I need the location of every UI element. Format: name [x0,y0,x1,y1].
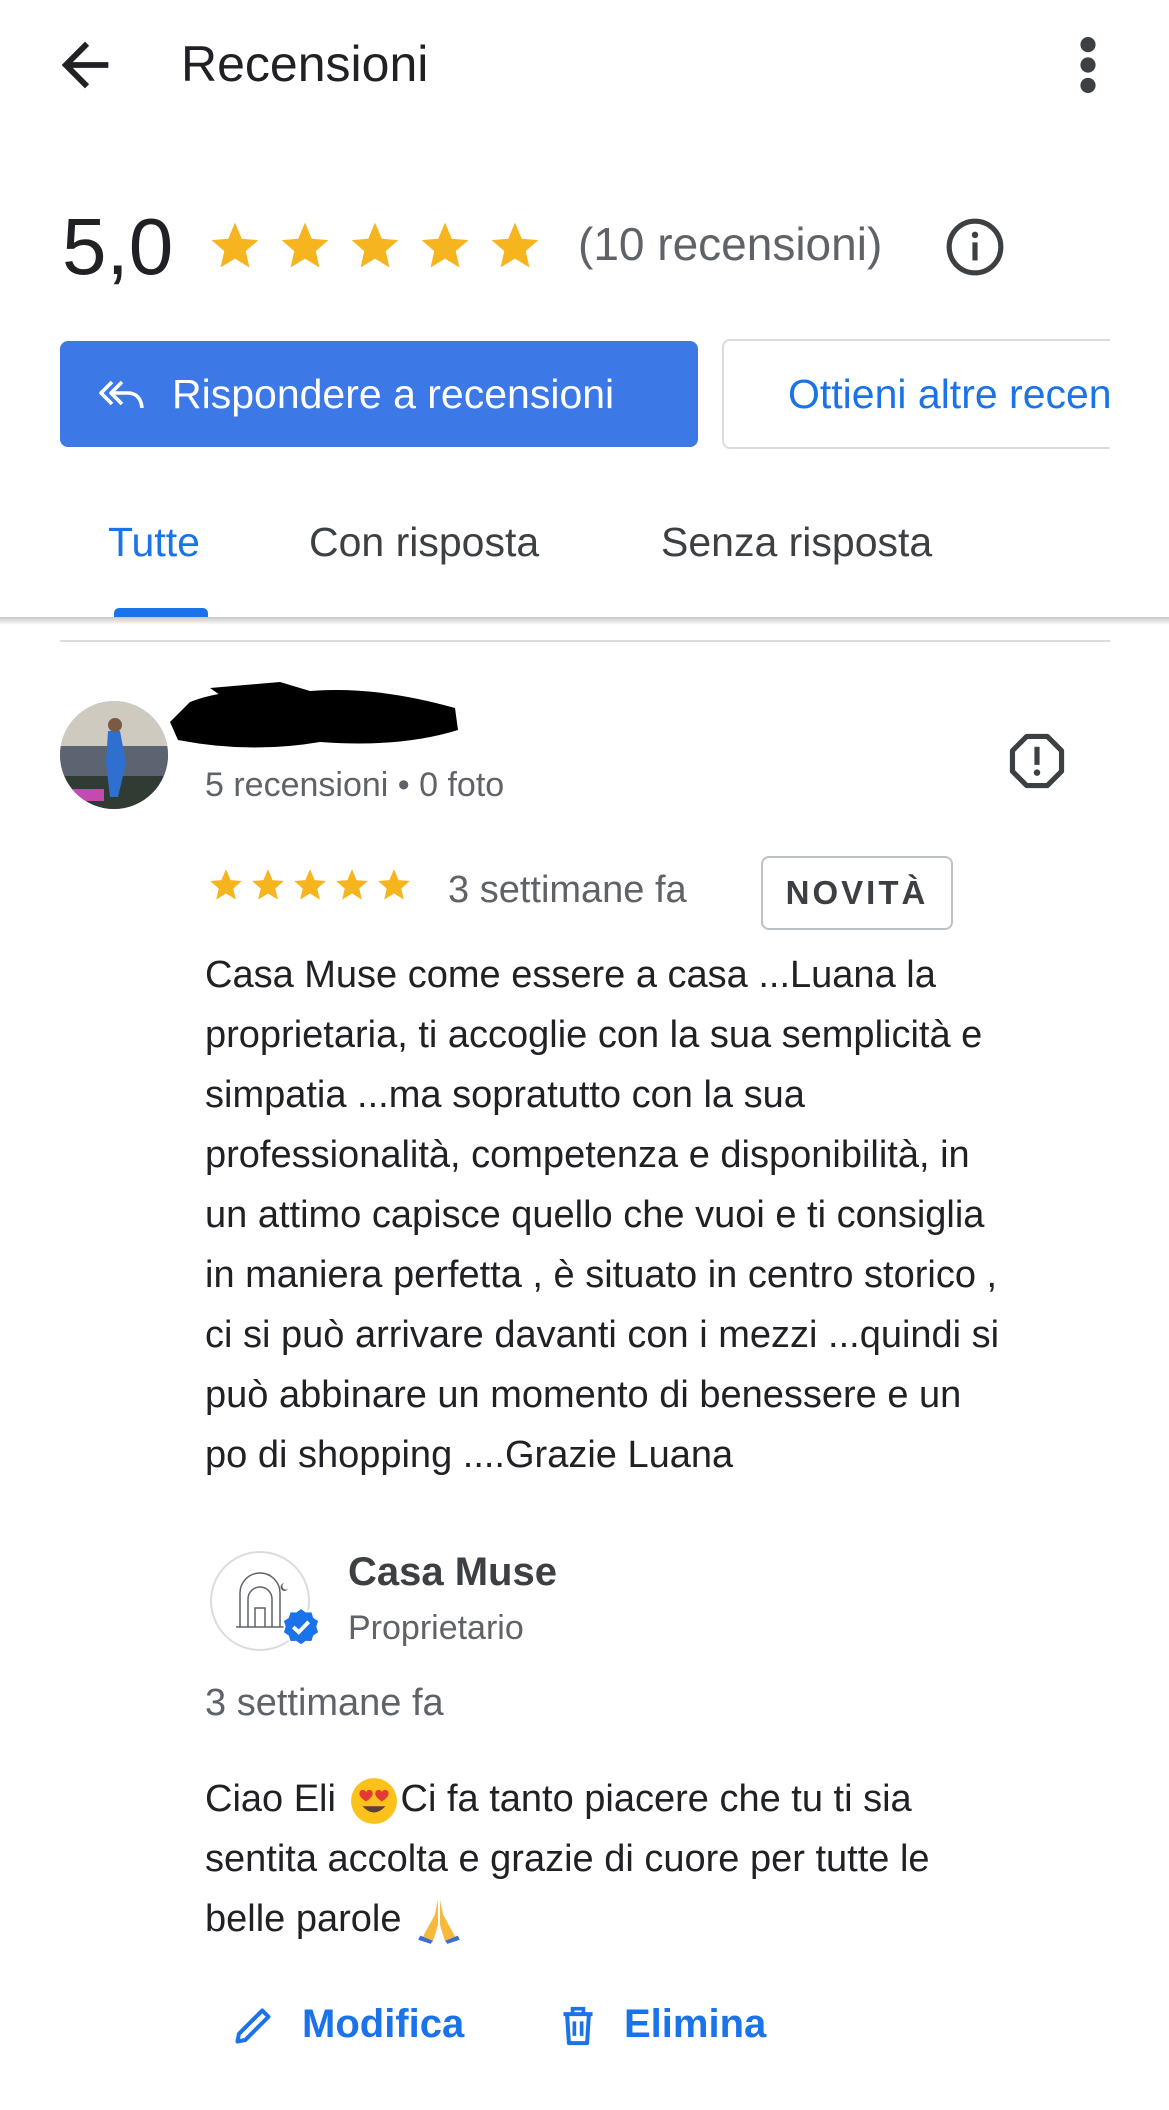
reply-to-reviews-label: Rispondere a recensioni [172,370,615,417]
delete-label: Elimina [624,2002,767,2046]
get-more-reviews-button[interactable]: Ottieni altre recensioni [722,339,1110,449]
verified-badge-icon [281,1606,321,1647]
reply-all-icon [99,380,144,409]
header-shadow [0,617,1169,625]
review-count: (10 recensioni) [578,218,883,270]
star-icon [421,222,469,268]
info-icon [946,218,1004,276]
reply-text-part: Ci fa tanto piacere che tu ti sia [400,1778,912,1820]
star-icon [491,222,539,268]
tab-indicator [114,608,208,617]
star-icon [294,869,326,900]
report-button[interactable] [1006,730,1068,792]
pencil-icon [235,2008,271,2044]
tab-all[interactable]: Tutte [108,514,200,570]
reply-text-part: belle parole [205,1898,413,1940]
delete-reply-button[interactable]: Elimina [558,2002,766,2047]
tab-unanswered[interactable]: Senza risposta [661,514,932,570]
reply-text: Ciao Eli Ci fa tanto piacere che tu ti s… [205,1769,1105,1949]
review-text: Casa Muse come essere a casa ...Luana la… [205,954,1000,1476]
owner-name: Casa Muse [348,1550,557,1594]
review-stars [205,866,415,904]
edit-label: Modifica [302,2002,465,2046]
trash-icon [563,2006,593,2045]
star-icon [210,869,242,900]
tab-answered[interactable]: Con risposta [309,514,539,570]
star-icon [281,222,329,268]
arrow-left-icon [61,41,109,89]
page-title: Recensioni [181,36,429,92]
reviewer-photo [60,701,168,809]
reply-date: 3 settimane fa [205,1682,444,1724]
reply-to-reviews-button[interactable]: Rispondere a recensioni [60,341,698,447]
heart-eyes-emoji [350,1778,397,1824]
edit-reply-button[interactable]: Modifica [232,2002,464,2047]
star-icon [351,222,399,268]
report-icon [1009,733,1065,789]
reply-text-line: sentita accolta e grazie di cuore per tu… [205,1838,930,1880]
reviewer-avatar[interactable] [60,701,168,809]
review-date: 3 settimane fa [448,869,687,911]
folded-hands-emoji [418,1900,460,1944]
more-options-button[interactable] [1060,30,1116,100]
redacted-name [170,682,458,748]
reply-text-part: Ciao Eli [205,1778,347,1820]
owner-role: Proprietario [348,1609,524,1647]
star-icon [336,869,368,900]
back-button[interactable] [50,30,120,100]
more-vert-icon [1080,37,1096,93]
average-rating: 5,0 [62,202,174,291]
summary-stars [200,218,550,274]
star-icon [252,869,284,900]
divider [60,640,1110,642]
star-icon [378,869,410,900]
get-more-reviews-label: Ottieni altre recensioni [788,370,1110,417]
info-button[interactable] [944,216,1006,278]
reviewer-meta: 5 recensioni • 0 foto [205,766,505,804]
new-badge: NOVITÀ [761,856,953,930]
get-more-reviews-clip: Ottieni altre recensioni [722,339,1110,449]
star-icon [211,222,259,268]
